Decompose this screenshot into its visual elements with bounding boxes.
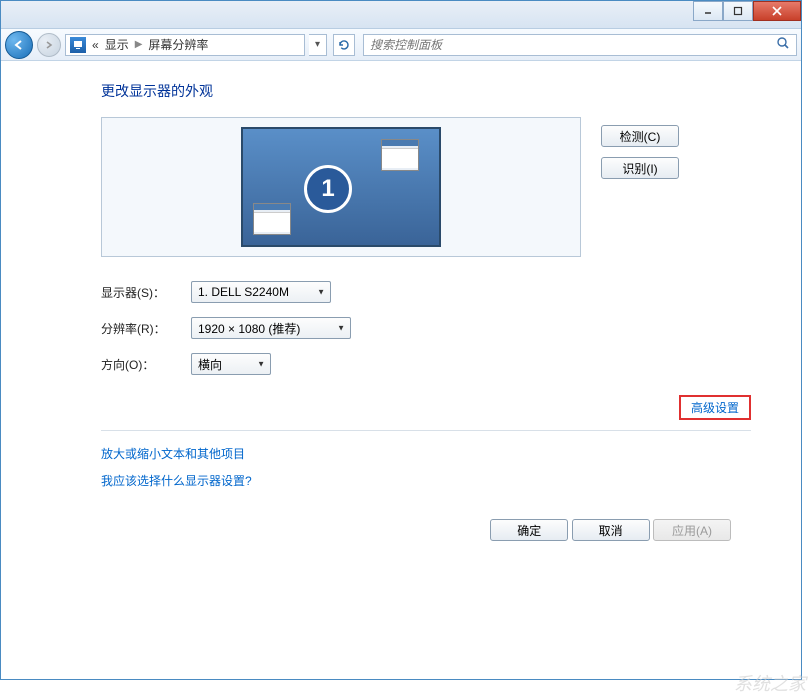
resolution-select[interactable]: 1920 × 1080 (推荐) ▼: [191, 317, 351, 339]
display-select[interactable]: 1. DELL S2240M ▼: [191, 281, 331, 303]
forward-button[interactable]: [37, 33, 61, 57]
navbar: « 显示 ▶ 屏幕分辨率 ▾: [1, 29, 801, 61]
breadcrumb-sep-icon: ▶: [135, 39, 143, 50]
search-box[interactable]: [363, 34, 797, 56]
content-area: 更改显示器的外观 1 检测(C) 识别(I) 显示器(S)： 1. DELL S…: [1, 61, 801, 561]
orientation-select[interactable]: 横向 ▼: [191, 353, 271, 375]
close-button[interactable]: [753, 1, 801, 21]
monitor-thumb-icon: [253, 203, 291, 235]
search-input[interactable]: [370, 38, 776, 52]
maximize-button[interactable]: [723, 1, 753, 21]
breadcrumb-chevron: «: [92, 38, 99, 52]
footer-buttons: 确定 取消 应用(A): [101, 519, 751, 541]
titlebar: [1, 1, 801, 29]
resolution-value: 1920 × 1080 (推荐): [198, 320, 300, 337]
display-value: 1. DELL S2240M: [198, 285, 289, 299]
preview-row: 1 检测(C) 识别(I): [101, 117, 751, 257]
monitor-icon: [70, 37, 86, 53]
advanced-settings-link[interactable]: 高级设置: [685, 397, 745, 419]
back-button[interactable]: [5, 31, 33, 59]
display-row: 显示器(S)： 1. DELL S2240M ▼: [101, 281, 751, 303]
orientation-value: 横向: [198, 356, 222, 373]
window-frame: « 显示 ▶ 屏幕分辨率 ▾ 更改显示器的外观 1: [0, 0, 802, 680]
divider: [101, 430, 751, 431]
side-buttons: 检测(C) 识别(I): [601, 117, 679, 257]
cancel-button[interactable]: 取消: [572, 519, 650, 541]
primary-monitor-icon[interactable]: 1: [288, 149, 368, 229]
resolution-row: 分辨率(R)： 1920 × 1080 (推荐) ▼: [101, 317, 751, 339]
address-dropdown[interactable]: ▾: [309, 34, 327, 56]
monitor-scene: 1: [241, 127, 441, 247]
window-controls: [693, 1, 801, 21]
monitor-thumb-icon: [381, 139, 419, 171]
monitor-number: 1: [304, 165, 352, 213]
display-preview[interactable]: 1: [101, 117, 581, 257]
chevron-down-icon: ▼: [317, 288, 325, 297]
chevron-down-icon: ▼: [337, 324, 345, 333]
display-label: 显示器(S)：: [101, 284, 191, 301]
breadcrumb-level2[interactable]: 屏幕分辨率: [148, 36, 208, 53]
address-bar[interactable]: « 显示 ▶ 屏幕分辨率: [65, 34, 305, 56]
help-links: 放大或缩小文本和其他项目 我应该选择什么显示器设置?: [101, 445, 751, 489]
text-size-link[interactable]: 放大或缩小文本和其他项目: [101, 445, 751, 462]
page-title: 更改显示器的外观: [101, 81, 751, 101]
detect-button[interactable]: 检测(C): [601, 125, 679, 147]
advanced-row: 高级设置: [101, 395, 751, 420]
ok-button[interactable]: 确定: [490, 519, 568, 541]
orientation-label: 方向(O)：: [101, 356, 191, 373]
search-icon[interactable]: [776, 36, 790, 53]
refresh-button[interactable]: [333, 34, 355, 56]
identify-button[interactable]: 识别(I): [601, 157, 679, 179]
chevron-down-icon: ▼: [257, 360, 265, 369]
resolution-label: 分辨率(R)：: [101, 320, 191, 337]
highlight-box: 高级设置: [679, 395, 751, 420]
apply-button: 应用(A): [653, 519, 731, 541]
which-settings-link[interactable]: 我应该选择什么显示器设置?: [101, 472, 751, 489]
orientation-row: 方向(O)： 横向 ▼: [101, 353, 751, 375]
minimize-button[interactable]: [693, 1, 723, 21]
breadcrumb-level1[interactable]: 显示: [105, 36, 129, 53]
